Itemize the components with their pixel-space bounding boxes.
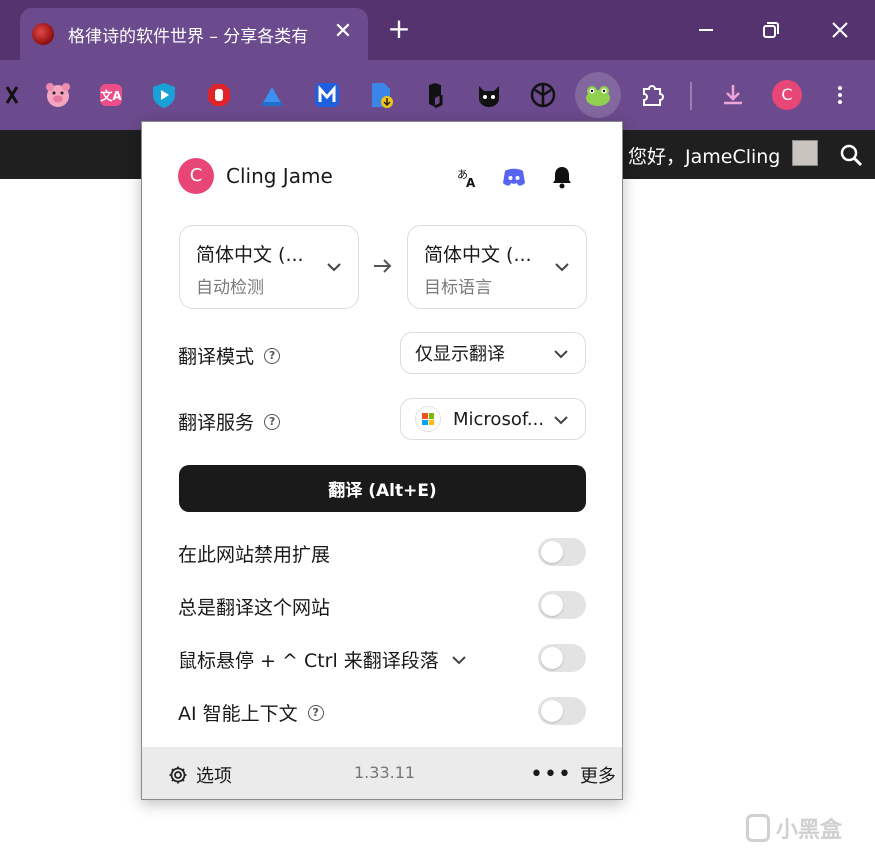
- gear-icon: [169, 766, 187, 784]
- translate-service-value: Microsof...: [453, 408, 545, 430]
- target-language-name: 简体中文 (...: [424, 244, 532, 266]
- document-download-extension-icon[interactable]: [358, 72, 404, 118]
- close-window-button[interactable]: [822, 12, 858, 48]
- source-language-name: 简体中文 (...: [196, 244, 304, 266]
- more-label: 更多: [579, 766, 616, 787]
- toggle-label: 总是翻译这个网站: [178, 597, 331, 619]
- site-favicon-icon: [32, 23, 54, 45]
- translate-extension-icon[interactable]: 文A: [88, 72, 134, 118]
- translate-popup: C Cling Jame あA 简体中文 (... 自动检测 简体中文 (...…: [141, 121, 623, 800]
- cat-extension-icon[interactable]: [466, 72, 512, 118]
- arrow-right-icon: [374, 259, 392, 273]
- user-avatar[interactable]: [792, 140, 818, 166]
- cloud-extension-icon[interactable]: [249, 72, 295, 118]
- target-language-sub: 目标语言: [424, 278, 492, 298]
- stop-hand-extension-icon[interactable]: [196, 72, 242, 118]
- profile-avatar-button[interactable]: C: [764, 72, 810, 118]
- help-icon[interactable]: ?: [264, 413, 281, 430]
- microsoft-logo-icon: [415, 406, 441, 432]
- more-button[interactable]: ••• 更多: [530, 762, 616, 788]
- translate-service-select[interactable]: Microsof...: [400, 398, 586, 440]
- watermark-logo-icon: [746, 814, 770, 842]
- toggle-row-disable-site: 在此网站禁用扩展: [178, 540, 330, 567]
- toggle-row-always-translate: 总是翻译这个网站: [178, 593, 330, 620]
- options-button[interactable]: 选项: [168, 762, 232, 788]
- play-shield-extension-icon[interactable]: [141, 72, 187, 118]
- translate-mode-text: 翻译模式: [178, 346, 255, 368]
- toggle-label: AI 智能上下文: [178, 703, 298, 725]
- options-label: 选项: [196, 766, 232, 787]
- target-language-select[interactable]: 简体中文 (... 目标语言: [407, 225, 587, 309]
- translate-mode-select[interactable]: 仅显示翻译: [400, 332, 586, 374]
- hover-translate-toggle[interactable]: [538, 644, 586, 672]
- source-language-select[interactable]: 简体中文 (... 自动检测: [179, 225, 359, 309]
- browser-toolbar: 文A C: [0, 60, 875, 130]
- tab-strip: 格律诗的软件世界 – 分享各类有 ✕ +: [0, 0, 875, 60]
- translate-mode-label: 翻译模式 ?: [178, 342, 281, 369]
- toggle-row-ai-context: AI 智能上下文 ?: [178, 699, 324, 726]
- watermark-text: 小黑盒: [776, 818, 843, 843]
- toggle-label: 鼠标悬停 + ^ Ctrl 来翻译段落: [178, 650, 439, 672]
- version-text: 1.33.11: [354, 763, 416, 782]
- toggle-label: 在此网站禁用扩展: [178, 544, 331, 566]
- popup-footer: 选项 1.33.11 ••• 更多: [142, 747, 622, 799]
- active-tab[interactable]: 格律诗的软件世界 – 分享各类有 ✕: [20, 8, 368, 60]
- translate-service-label: 翻译服务 ?: [178, 408, 281, 435]
- chevron-down-icon: [554, 350, 568, 359]
- watermark: 小黑盒: [746, 812, 842, 844]
- extension-partial-icon[interactable]: [0, 72, 28, 118]
- pig-extension-icon[interactable]: [35, 72, 81, 118]
- restore-button[interactable]: [753, 12, 789, 48]
- browser-menu-icon[interactable]: [817, 72, 863, 118]
- translate-mode-value: 仅显示翻译: [415, 344, 505, 365]
- chevron-down-icon: [555, 263, 569, 272]
- notification-bell-icon[interactable]: [549, 164, 575, 190]
- profile-initial: C: [772, 80, 802, 110]
- chevron-down-icon: [554, 416, 568, 425]
- translate-service-text: 翻译服务: [178, 412, 255, 434]
- tab-title: 格律诗的软件世界 – 分享各类有: [68, 26, 309, 47]
- user-avatar-initial: C: [178, 158, 214, 194]
- disable-site-toggle[interactable]: [538, 538, 586, 566]
- translate-language-icon[interactable]: あA: [454, 164, 480, 190]
- more-dots-icon: •••: [530, 762, 572, 787]
- chevron-down-icon: [327, 263, 341, 272]
- popup-account[interactable]: C Cling Jame: [178, 158, 333, 194]
- svg-text:文A: 文A: [100, 88, 122, 103]
- openai-extension-icon[interactable]: [520, 72, 566, 118]
- new-tab-button[interactable]: +: [384, 14, 414, 44]
- chevron-down-icon[interactable]: [449, 650, 469, 670]
- tab-close-button[interactable]: ✕: [330, 19, 356, 45]
- help-icon[interactable]: ?: [264, 347, 281, 364]
- search-icon[interactable]: [838, 142, 864, 168]
- toolbar-divider: [690, 82, 692, 110]
- discord-icon[interactable]: [501, 164, 527, 190]
- m-extension-icon[interactable]: [304, 72, 350, 118]
- toggle-row-hover-translate: 鼠标悬停 + ^ Ctrl 来翻译段落: [178, 646, 469, 673]
- minimize-button[interactable]: [688, 12, 724, 48]
- download-icon[interactable]: [710, 72, 756, 118]
- frog-extension-icon[interactable]: [575, 72, 621, 118]
- help-icon[interactable]: ?: [307, 704, 324, 721]
- always-translate-toggle[interactable]: [538, 591, 586, 619]
- user-name: Cling Jame: [226, 164, 333, 188]
- translate-button[interactable]: 翻译 (Alt+E): [179, 465, 586, 512]
- link-extension-icon[interactable]: [412, 72, 458, 118]
- ai-context-toggle[interactable]: [538, 697, 586, 725]
- extensions-puzzle-icon[interactable]: [629, 72, 675, 118]
- user-greeting[interactable]: 您好，JameCling: [628, 142, 780, 169]
- svg-text:A: A: [466, 176, 476, 190]
- source-language-sub: 自动检测: [196, 278, 264, 298]
